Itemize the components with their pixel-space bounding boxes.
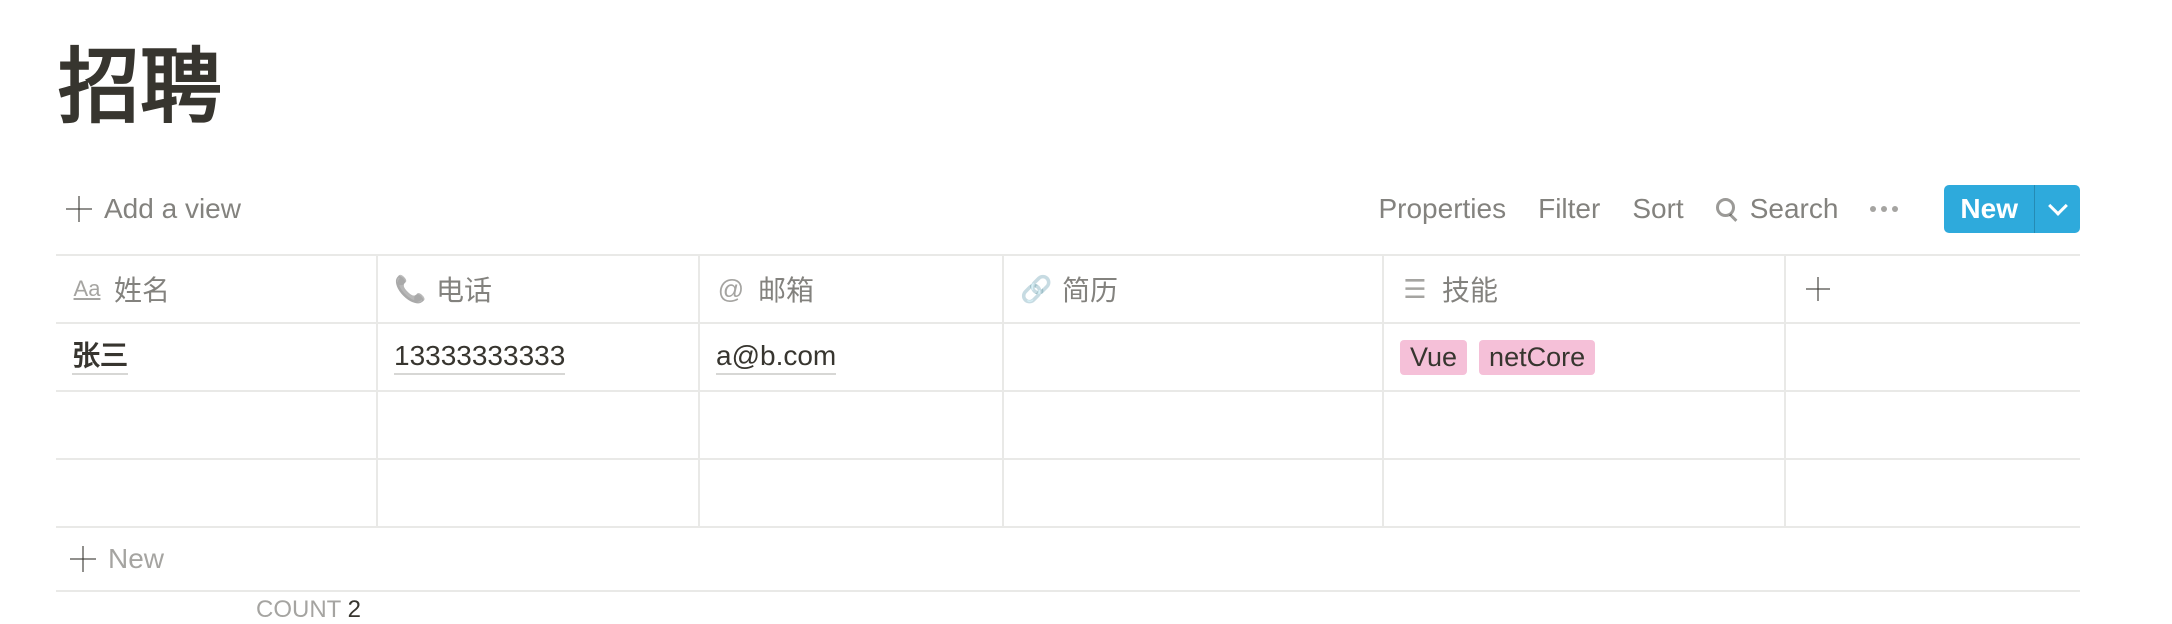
cell-name[interactable] [56, 460, 378, 526]
dot-icon [1892, 206, 1899, 212]
column-label: 技能 [1442, 275, 1499, 306]
page-title: 招聘 [58, 40, 223, 135]
skill-tag: Vue [1400, 339, 1468, 375]
cell-email[interactable]: a@b.com [700, 324, 1004, 390]
dot-icon [1870, 206, 1877, 212]
search-button[interactable]: Search [1715, 193, 1839, 225]
cell-resume[interactable] [1004, 324, 1384, 390]
cell-empty [1786, 460, 2080, 526]
properties-button[interactable]: Properties [1378, 193, 1506, 225]
name-value: 张三 [72, 339, 129, 375]
email-value[interactable]: a@b.com [716, 339, 837, 375]
add-view-button[interactable]: Add a view [66, 182, 241, 236]
cell-phone[interactable]: 13333333333 [378, 324, 700, 390]
column-label: 简历 [1062, 275, 1119, 306]
column-header-email[interactable]: @ 邮箱 [700, 256, 1004, 322]
column-header-name[interactable]: Aa 姓名 [56, 256, 378, 322]
more-options-button[interactable] [1870, 206, 1899, 212]
count-summary[interactable]: COUNT 2 [256, 596, 361, 624]
at-icon: @ [717, 273, 745, 304]
add-view-label: Add a view [104, 193, 241, 224]
cell-phone[interactable] [378, 392, 700, 458]
plus-icon [1806, 277, 1830, 301]
column-header-resume[interactable]: 🔗 简历 [1004, 256, 1384, 322]
search-label: Search [1749, 193, 1839, 224]
cell-empty [1786, 392, 2080, 458]
count-value: 2 [347, 596, 361, 623]
add-row-button[interactable]: New [56, 528, 2080, 592]
cell-email[interactable] [700, 392, 1004, 458]
table-row [56, 392, 2080, 460]
cell-resume[interactable] [1004, 460, 1384, 526]
column-label: 电话 [436, 275, 493, 306]
search-icon [1715, 198, 1738, 220]
skill-tag: netCore [1479, 339, 1596, 375]
cell-resume[interactable] [1004, 392, 1384, 458]
toolbar-actions: Properties Filter Sort Search New [1378, 182, 2080, 236]
cell-phone[interactable] [378, 460, 700, 526]
count-label: COUNT [256, 596, 341, 623]
sort-button[interactable]: Sort [1632, 193, 1683, 225]
plus-icon [70, 546, 96, 572]
filter-button[interactable]: Filter [1538, 193, 1600, 225]
column-header-skills[interactable]: ☰ 技能 [1384, 256, 1786, 322]
page: 招聘 Add a view Properties Filter Sort Sea… [0, 0, 2172, 623]
list-icon: ☰ [1403, 273, 1427, 304]
cell-skills[interactable] [1384, 392, 1786, 458]
cell-skills[interactable]: Vue netCore [1384, 324, 1786, 390]
table-header: Aa 姓名 📞 电话 @ 邮箱 🔗 简历 ☰ 技能 [56, 254, 2080, 324]
cell-skills[interactable] [1384, 460, 1786, 526]
new-button[interactable]: New [1944, 185, 2034, 233]
cell-name[interactable] [56, 392, 378, 458]
add-row-label: New [108, 543, 165, 574]
table-row: 张三 13333333333 a@b.com Vue netCore [56, 324, 2080, 392]
cell-email[interactable] [700, 460, 1004, 526]
table-row [56, 460, 2080, 528]
dot-icon [1881, 206, 1888, 212]
chevron-down-icon [2047, 196, 2068, 216]
database-table: Aa 姓名 📞 电话 @ 邮箱 🔗 简历 ☰ 技能 张三 13333333333… [56, 254, 2080, 592]
cell-name[interactable]: 张三 [56, 324, 378, 390]
paperclip-icon: 🔗 [1020, 273, 1053, 304]
column-label: 邮箱 [758, 275, 815, 306]
database-toolbar: Add a view Properties Filter Sort Search… [56, 182, 2080, 236]
plus-icon [66, 196, 92, 222]
new-dropdown-button[interactable] [2034, 185, 2080, 233]
phone-icon: 📞 [394, 273, 427, 304]
text-property-icon: Aa [73, 276, 101, 301]
add-property-button[interactable] [1786, 256, 2080, 322]
phone-value[interactable]: 13333333333 [394, 339, 566, 375]
column-header-phone[interactable]: 📞 电话 [378, 256, 700, 322]
column-label: 姓名 [114, 275, 171, 306]
new-button-group: New [1944, 185, 2080, 233]
cell-empty [1786, 324, 2080, 390]
